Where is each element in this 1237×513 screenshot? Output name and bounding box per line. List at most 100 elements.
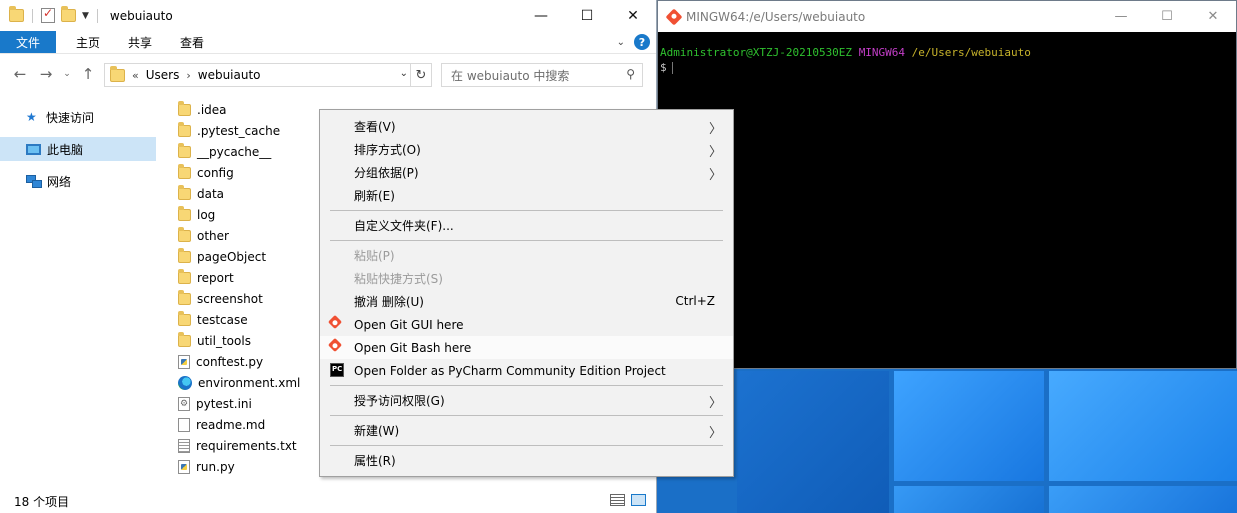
item-count: 18 个项目 <box>14 495 70 509</box>
list-item[interactable]: requirements.txt <box>178 435 328 456</box>
nav-item-network[interactable]: 网络 <box>0 169 160 193</box>
list-item[interactable]: environment.xml <box>178 372 328 393</box>
minimize-button[interactable]: — <box>1098 1 1144 32</box>
menu-item-open-git-bash[interactable]: Open Git Bash here <box>320 336 733 359</box>
wallpaper-tile <box>737 371 889 513</box>
folder-icon <box>178 100 191 116</box>
folder-icon <box>178 142 191 158</box>
list-item[interactable]: report <box>178 267 328 288</box>
customize-toolbar-dropdown-icon[interactable]: ▼ <box>82 11 89 21</box>
back-arrow-icon[interactable]: ← <box>10 65 30 83</box>
prompt-symbol: $ <box>660 61 667 74</box>
this-pc-icon <box>26 143 41 155</box>
breadcrumb-item[interactable]: webuiauto <box>198 68 261 82</box>
address-dropdown-chevron-icon[interactable]: ⌄ <box>400 68 408 79</box>
wallpaper-tile <box>894 371 1044 481</box>
list-item[interactable]: pytest.ini <box>178 393 328 414</box>
folder-icon <box>178 205 191 221</box>
recent-locations-chevron-icon[interactable]: ⌄ <box>62 69 72 79</box>
maximize-button[interactable]: ☐ <box>1144 1 1190 32</box>
menu-item-customize-folder[interactable]: 自定义文件夹(F)... <box>320 214 733 237</box>
menu-item-refresh[interactable]: 刷新(E) <box>320 184 733 207</box>
prompt-env: MINGW64 <box>858 46 906 59</box>
submenu-arrow-icon: 〉 <box>708 122 722 137</box>
list-item[interactable]: other <box>178 225 328 246</box>
terminal-output[interactable]: Administrator@XTZJ-20210530EZ MINGW64 /e… <box>658 32 1236 88</box>
list-item[interactable]: run.py <box>178 456 328 477</box>
file-name: pageObject <box>197 249 267 264</box>
file-name: .pytest_cache <box>197 123 281 138</box>
menu-item-properties[interactable]: 属性(R) <box>320 449 733 472</box>
tab-file[interactable]: 文件 <box>0 31 57 53</box>
file-name: config <box>197 165 234 180</box>
list-item[interactable]: .idea <box>178 99 328 120</box>
breadcrumb-item[interactable]: Users <box>146 68 180 82</box>
list-item[interactable]: log <box>178 204 328 225</box>
tab-view[interactable]: 查看 <box>166 31 218 53</box>
menu-item-give-access[interactable]: 授予访问权限(G) 〉 <box>320 389 733 412</box>
menu-item-label: Open Folder as PyCharm Community Edition… <box>354 363 666 378</box>
properties-icon[interactable] <box>41 6 55 23</box>
menu-item-undo-delete[interactable]: 撤消 删除(U) Ctrl+Z <box>320 290 733 313</box>
wallpaper-tile <box>1049 371 1237 481</box>
list-item[interactable]: util_tools <box>178 330 328 351</box>
maximize-button[interactable]: ☐ <box>564 0 610 31</box>
refresh-button[interactable]: ↻ <box>411 63 432 87</box>
file-name: requirements.txt <box>196 438 297 453</box>
file-name: conftest.py <box>196 354 264 369</box>
terminal-titlebar[interactable]: MINGW64:/e/Users/webuiauto — ☐ ✕ <box>658 1 1236 32</box>
details-view-icon[interactable] <box>610 494 625 506</box>
nav-item-this-pc[interactable]: 此电脑 <box>0 137 156 161</box>
menu-separator <box>330 385 723 386</box>
ribbon-tabs: 文件 主页 共享 查看 ⌄ ? <box>0 31 656 54</box>
close-button[interactable]: ✕ <box>1190 1 1236 32</box>
expand-ribbon-chevron-icon[interactable]: ⌄ <box>617 37 625 48</box>
list-item[interactable]: .pytest_cache <box>178 120 328 141</box>
list-item[interactable]: readme.md <box>178 414 328 435</box>
folder-icon <box>178 121 191 137</box>
new-folder-icon[interactable] <box>61 6 76 22</box>
menu-item-label: 刷新(E) <box>354 189 395 203</box>
menu-item-view[interactable]: 查看(V) 〉 <box>320 115 733 138</box>
address-bar[interactable]: « Users › webuiauto ⌄ <box>104 63 411 87</box>
breadcrumb-separator-icon[interactable]: › <box>186 69 190 82</box>
tab-home[interactable]: 主页 <box>62 31 114 53</box>
menu-item-open-pycharm[interactable]: PC Open Folder as PyCharm Community Editi… <box>320 359 733 382</box>
document-file-icon <box>178 417 190 432</box>
list-item[interactable]: conftest.py <box>178 351 328 372</box>
list-item[interactable]: screenshot <box>178 288 328 309</box>
menu-item-paste-shortcut[interactable]: 粘贴快捷方式(S) <box>320 267 733 290</box>
git-bash-terminal-window[interactable]: MINGW64:/e/Users/webuiauto — ☐ ✕ Adminis… <box>657 0 1237 369</box>
wallpaper-tile <box>894 486 1044 513</box>
forward-arrow-icon[interactable]: → <box>36 65 56 83</box>
list-item[interactable]: __pycache__ <box>178 141 328 162</box>
prompt-user: Administrator@XTZJ-20210530EZ <box>660 46 853 59</box>
menu-item-group-by[interactable]: 分组依据(P) 〉 <box>320 161 733 184</box>
close-button[interactable]: ✕ <box>610 0 656 31</box>
menu-item-sort-by[interactable]: 排序方式(O) 〉 <box>320 138 733 161</box>
list-item[interactable]: testcase <box>178 309 328 330</box>
file-name: environment.xml <box>198 375 301 390</box>
tab-share[interactable]: 共享 <box>114 31 166 53</box>
list-item[interactable]: data <box>178 183 328 204</box>
input-line[interactable]: $ <box>660 60 1234 75</box>
large-icons-view-icon[interactable] <box>631 494 646 506</box>
minimize-button[interactable]: — <box>518 0 564 31</box>
menu-item-paste[interactable]: 粘贴(P) <box>320 244 733 267</box>
context-menu: 查看(V) 〉 排序方式(O) 〉 分组依据(P) 〉 刷新(E) 自定义文件夹(F)… <box>319 109 734 477</box>
breadcrumb-overflow[interactable]: « <box>132 69 139 82</box>
terminal-scrollbar[interactable] <box>1219 32 1236 368</box>
file-name: util_tools <box>197 333 251 348</box>
up-arrow-icon[interactable]: ↑ <box>78 65 98 83</box>
list-item[interactable]: config <box>178 162 328 183</box>
nav-item-quick-access[interactable]: ★ 快速访问 <box>0 105 160 129</box>
menu-item-new[interactable]: 新建(W) 〉 <box>320 419 733 442</box>
menu-item-label: 粘贴快捷方式(S) <box>354 272 443 286</box>
help-icon[interactable]: ? <box>634 34 650 50</box>
explorer-titlebar[interactable]: ▼ webuiauto — ☐ ✕ <box>0 0 656 31</box>
menu-item-open-git-gui[interactable]: Open Git GUI here <box>320 313 733 336</box>
python-file-icon <box>178 459 190 474</box>
list-item[interactable]: pageObject <box>178 246 328 267</box>
search-input[interactable]: 在 webuiauto 中搜索 ⚲ <box>441 63 643 87</box>
file-name: screenshot <box>197 291 263 306</box>
